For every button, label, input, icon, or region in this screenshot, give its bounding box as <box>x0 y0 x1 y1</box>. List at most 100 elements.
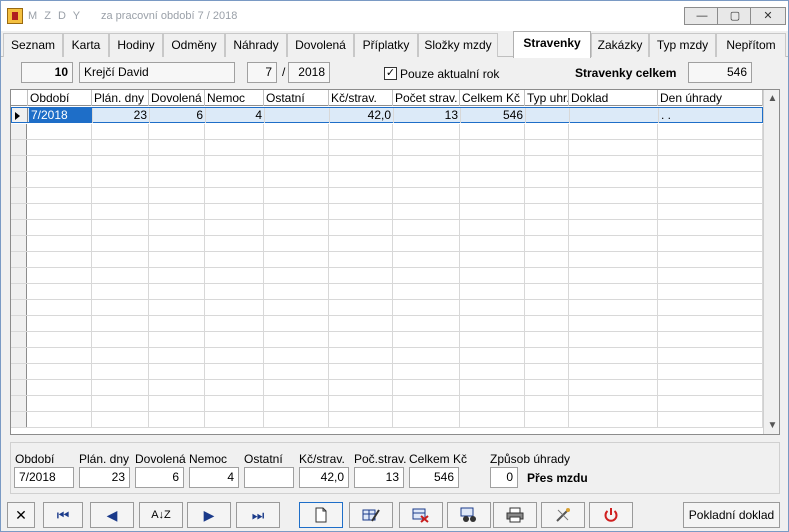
search-button[interactable] <box>447 502 491 528</box>
prev-record-button[interactable]: ◀ <box>90 502 134 528</box>
tab-karta[interactable]: Karta <box>63 33 109 57</box>
col-header-nemoc[interactable]: Nemoc <box>205 90 264 106</box>
period-year-field[interactable]: 2018 <box>288 62 330 83</box>
cell-den-uhrady[interactable]: . . <box>659 108 764 123</box>
minimize-button[interactable]: — <box>684 7 720 25</box>
col-header-celkem-kc[interactable]: Celkem Kč <box>460 90 525 106</box>
cell-pocet-strav[interactable]: 13 <box>394 108 461 123</box>
empty-cell <box>264 156 329 171</box>
table-row[interactable]: 7/2018 23 6 4 42,0 13 546 . . <box>11 107 764 123</box>
empty-cell <box>149 156 205 171</box>
meal-voucher-grid[interactable]: Období Plán. dny Dovolená Nemoc Ostatní … <box>10 89 780 435</box>
col-header-den-uhrady[interactable]: Den úhrady <box>658 90 763 106</box>
row-indicator <box>11 172 27 187</box>
sort-button[interactable]: A↓Z <box>139 502 183 528</box>
cell-ostatni[interactable] <box>265 108 330 123</box>
empty-cell <box>92 236 149 251</box>
tab-slozky-mzdy[interactable]: Složky mzdy <box>418 33 498 57</box>
delete-record-button[interactable] <box>399 502 443 528</box>
col-header-dovolena[interactable]: Dovolená <box>149 90 205 106</box>
row-indicator <box>11 124 27 139</box>
empty-cell <box>28 204 92 219</box>
tab-nepritom[interactable]: Nepřítom <box>716 33 786 57</box>
close-button[interactable]: ✕ <box>750 7 786 25</box>
empty-table-row <box>11 156 763 172</box>
cell-celkem-kc[interactable]: 546 <box>461 108 526 123</box>
row-indicator <box>11 188 27 203</box>
only-current-year-checkbox[interactable]: ✓ <box>384 67 397 80</box>
empty-cell <box>329 156 393 171</box>
empty-cell <box>205 188 264 203</box>
empty-cell <box>264 252 329 267</box>
next-record-button[interactable]: ▶ <box>187 502 231 528</box>
cell-typ-uhr[interactable] <box>526 108 570 123</box>
cash-receipt-button[interactable]: Pokladní doklad <box>683 502 780 528</box>
empty-cell <box>149 140 205 155</box>
empty-cell <box>205 140 264 155</box>
tab-typ-mzdy[interactable]: Typ mzdy <box>649 33 716 57</box>
vertical-scrollbar[interactable]: ▲ ▼ <box>763 90 779 434</box>
empty-cell <box>460 412 525 427</box>
col-header-ostatni[interactable]: Ostatní <box>264 90 329 106</box>
tab-stravenky[interactable]: Stravenky <box>513 31 591 58</box>
printer-icon <box>506 507 524 523</box>
cell-obdobi[interactable]: 7/2018 <box>29 108 93 123</box>
empty-cell <box>569 156 658 171</box>
new-record-button[interactable] <box>299 502 343 528</box>
empty-cell <box>569 204 658 219</box>
empty-table-row <box>11 188 763 204</box>
tools-button[interactable] <box>541 502 585 528</box>
scroll-down-icon[interactable]: ▼ <box>764 417 779 434</box>
cell-nemoc[interactable]: 4 <box>206 108 265 123</box>
tab-dovolena[interactable]: Dovolená <box>287 33 354 57</box>
empty-cell <box>92 316 149 331</box>
tab-bar: Seznam Karta Hodiny Odměny Náhrady Dovol… <box>1 31 788 58</box>
employee-number-field[interactable]: 10 <box>21 62 73 83</box>
empty-cell <box>92 140 149 155</box>
cell-kc-strav[interactable]: 42,0 <box>330 108 394 123</box>
empty-cell <box>149 124 205 139</box>
tab-priplatky[interactable]: Příplatky <box>354 33 418 57</box>
empty-cell <box>264 380 329 395</box>
last-record-button[interactable]: ⏭ <box>236 502 280 528</box>
empty-cell <box>205 412 264 427</box>
tab-zakazky[interactable]: Zakázky <box>591 33 649 57</box>
col-header-typ-uhr[interactable]: Typ uhr. <box>525 90 569 106</box>
row-indicator <box>11 316 27 331</box>
row-indicator <box>11 412 27 427</box>
tab-nahrady[interactable]: Náhrady <box>225 33 287 57</box>
cancel-button[interactable]: ✕ <box>7 502 35 528</box>
exit-button[interactable] <box>589 502 633 528</box>
row-indicator <box>11 396 27 411</box>
cell-doklad[interactable] <box>570 108 659 123</box>
row-indicator <box>11 252 27 267</box>
empty-cell <box>92 156 149 171</box>
cell-plan-dny[interactable]: 23 <box>93 108 150 123</box>
empty-cell <box>569 220 658 235</box>
cell-dovolena[interactable]: 6 <box>150 108 206 123</box>
empty-cell <box>460 236 525 251</box>
col-header-plan-dny[interactable]: Plán. dny <box>92 90 149 106</box>
col-header-obdobi[interactable]: Období <box>28 90 92 106</box>
scroll-up-icon[interactable]: ▲ <box>764 90 779 107</box>
empty-cell <box>92 332 149 347</box>
period-month-field[interactable]: 7 <box>247 62 277 83</box>
empty-cell <box>149 188 205 203</box>
summary-plan-dny-field: 23 <box>79 467 130 488</box>
empty-cell <box>329 380 393 395</box>
tab-odmeny[interactable]: Odměny <box>163 33 225 57</box>
empty-cell <box>525 172 569 187</box>
print-button[interactable] <box>493 502 537 528</box>
empty-cell <box>393 220 460 235</box>
empty-cell <box>205 204 264 219</box>
col-header-kc-strav[interactable]: Kč/strav. <box>329 90 393 106</box>
tab-hodiny[interactable]: Hodiny <box>109 33 163 57</box>
maximize-button[interactable]: ▢ <box>717 7 753 25</box>
col-header-doklad[interactable]: Doklad <box>569 90 658 106</box>
first-record-button[interactable]: ⏮ <box>43 502 83 528</box>
col-header-pocet-strav[interactable]: Počet strav. <box>393 90 460 106</box>
tab-seznam[interactable]: Seznam <box>3 33 63 57</box>
employee-name-field[interactable]: Krejčí David <box>79 62 235 83</box>
empty-cell <box>205 380 264 395</box>
edit-record-button[interactable] <box>349 502 393 528</box>
